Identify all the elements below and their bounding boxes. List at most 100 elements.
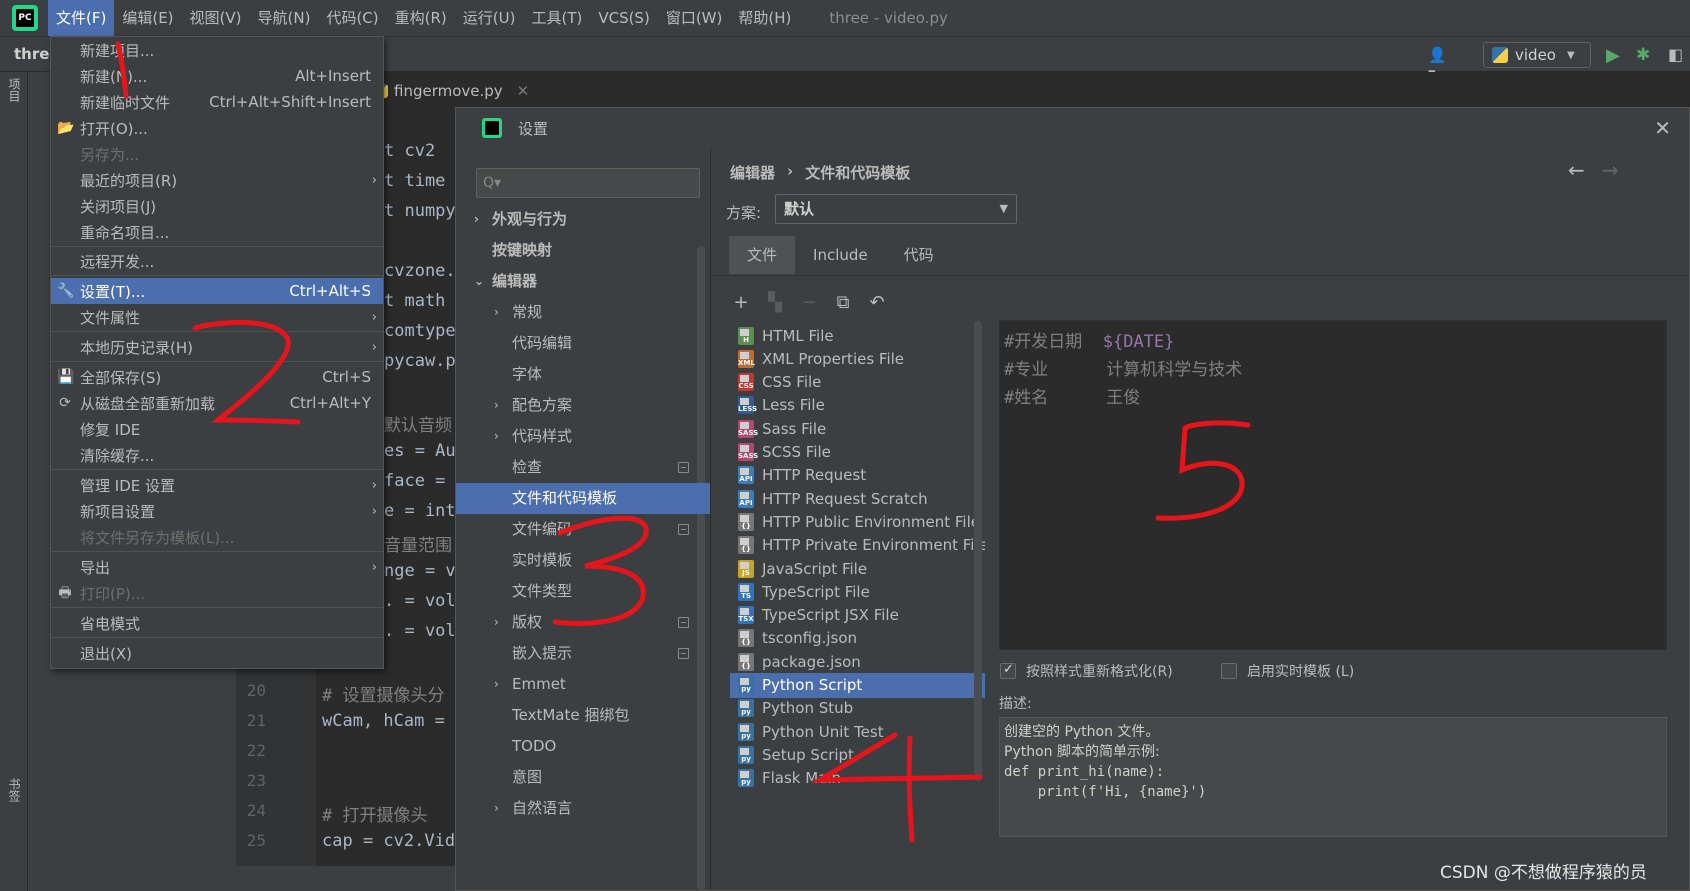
project-tool-button[interactable]: 项目	[6, 78, 23, 102]
reformat-option[interactable]: 按照样式重新格式化(R)	[1000, 661, 1173, 681]
tree-item-editor[interactable]: ⌄ 编辑器	[456, 266, 710, 297]
template-list-scrollbar[interactable]	[974, 321, 982, 781]
template-editor[interactable]: #开发日期 ${DATE} #专业 计算机科学与技术 #姓名 王俊	[999, 320, 1667, 650]
file-menu-item-open[interactable]: 📂 打开(O)...	[51, 115, 383, 141]
template-item[interactable]: {} HTTP Private Environment File	[730, 533, 985, 558]
editor-tab[interactable]: fingermove.py ✕	[374, 74, 529, 108]
user-icon[interactable]: 👤▾	[1428, 46, 1452, 82]
tree-item-font[interactable]: 字体	[456, 359, 710, 390]
tab-files[interactable]: 文件	[729, 236, 796, 274]
tree-item-todo[interactable]: TODO	[456, 731, 710, 762]
bookmarks-tool-button[interactable]: 书签	[6, 778, 23, 802]
file-menu-item-power-save[interactable]: 省电模式	[51, 610, 383, 636]
template-item[interactable]: LESS Less File	[730, 393, 985, 418]
menu-view[interactable]: 视图(V)	[182, 0, 250, 36]
tree-item-file-templates[interactable]: 文件和代码模板	[456, 483, 710, 514]
file-menu-item-save-all[interactable]: 💾 全部保存(S) Ctrl+S	[51, 364, 383, 390]
reformat-checkbox[interactable]	[1000, 662, 1016, 679]
add-icon[interactable]: +	[730, 292, 752, 314]
menu-file[interactable]: 文件(F)	[48, 0, 115, 36]
copy-icon[interactable]: ⧉	[832, 292, 854, 314]
template-item[interactable]: {} tsconfig.json	[730, 626, 985, 651]
file-menu-item-close-project[interactable]: 关闭项目(J)	[51, 193, 383, 219]
template-item[interactable]: TS TypeScript File	[730, 579, 985, 604]
tree-item-emmet[interactable]: › Emmet	[456, 669, 710, 700]
live-templates-checkbox[interactable]	[1221, 663, 1237, 679]
template-item[interactable]: py Python Script	[730, 672, 985, 698]
menu-navigate[interactable]: 导航(N)	[250, 0, 319, 36]
add-child-icon[interactable]: ▚	[764, 292, 786, 314]
tree-item-keymap[interactable]: 按键映射	[456, 235, 710, 266]
remove-icon[interactable]: −	[798, 292, 820, 314]
template-item[interactable]: TSX TypeScript JSX File	[730, 603, 985, 628]
template-item[interactable]: py Flask Main	[730, 766, 985, 791]
file-menu-item-local-history[interactable]: 本地历史记录(H) ›	[51, 334, 383, 360]
tree-item-textmate[interactable]: TextMate 捆绑包	[456, 700, 710, 731]
menu-refactor[interactable]: 重构(R)	[387, 0, 455, 36]
scheme-select[interactable]: 默认 ▼	[775, 194, 1017, 224]
tab-include[interactable]: Include	[795, 236, 886, 274]
coverage-icon[interactable]: ◧	[1668, 45, 1683, 64]
tree-item-live-templates[interactable]: 实时模板	[456, 545, 710, 576]
template-item[interactable]: {} HTTP Public Environment File	[730, 509, 985, 534]
tree-item-appearance[interactable]: › 外观与行为	[456, 204, 710, 235]
reset-icon[interactable]: ↶	[866, 292, 888, 314]
template-item[interactable]: {} package.json	[730, 649, 985, 674]
tree-item-code-editing[interactable]: 代码编辑	[456, 328, 710, 359]
template-item[interactable]: API HTTP Request	[730, 463, 985, 488]
template-item[interactable]: SASS SCSS File	[730, 440, 985, 465]
live-templates-option[interactable]: 启用实时模板 (L)	[1221, 661, 1354, 681]
template-item[interactable]: CSS CSS File	[730, 370, 985, 395]
file-menu-item-rename-project[interactable]: 重命名项目...	[51, 219, 383, 245]
menu-help[interactable]: 帮助(H)	[730, 0, 799, 36]
tree-item-intentions[interactable]: 意图	[456, 762, 710, 793]
template-item[interactable]: py Setup Script	[730, 742, 985, 767]
file-menu-item-reload-all[interactable]: ⟳ 从磁盘全部重新加载 Ctrl+Alt+Y	[51, 390, 383, 416]
file-menu-item-new[interactable]: 新建(N)... Alt+Insert	[51, 63, 383, 89]
close-icon[interactable]: ✕	[1654, 116, 1671, 140]
file-menu-item-repair-ide[interactable]: 修复 IDE	[51, 416, 383, 442]
file-menu-item-invalidate-caches[interactable]: 清除缓存...	[51, 442, 383, 468]
file-menu-item-recent-projects[interactable]: 最近的项目(R) ›	[51, 167, 383, 193]
file-menu-item-exit[interactable]: 退出(X)	[51, 640, 383, 666]
template-item[interactable]: py Python Unit Test	[730, 719, 985, 744]
run-icon[interactable]: ▶	[1606, 45, 1620, 66]
tree-item-file-encodings[interactable]: 文件编码	[456, 514, 710, 545]
file-menu-item-manage-ide-settings[interactable]: 管理 IDE 设置 ›	[51, 472, 383, 498]
run-config-select[interactable]: video ▼	[1483, 42, 1591, 68]
file-menu-item-export[interactable]: 导出 ›	[51, 554, 383, 580]
back-arrow-icon[interactable]: ←	[1568, 158, 1585, 182]
file-menu-item-new-project[interactable]: 新建项目...	[51, 37, 383, 63]
template-item[interactable]: XML XML Properties File	[730, 346, 985, 371]
breadcrumb-item[interactable]: 编辑器	[730, 162, 775, 183]
file-menu-item-remote-dev[interactable]: 远程开发...	[51, 248, 383, 274]
tree-item-file-types[interactable]: 文件类型	[456, 576, 710, 607]
template-item[interactable]: H HTML File	[730, 323, 985, 348]
template-item[interactable]: JS JavaScript File	[730, 556, 985, 581]
file-menu-item-save-as[interactable]: 另存为...	[51, 141, 383, 167]
file-menu-item-save-as-template[interactable]: 将文件另存为模板(L)...	[51, 524, 383, 550]
menu-tools[interactable]: 工具(T)	[523, 0, 590, 36]
file-menu-item-file-properties[interactable]: 文件属性 ›	[51, 304, 383, 330]
tab-code[interactable]: 代码	[886, 236, 952, 274]
menu-window[interactable]: 窗口(W)	[658, 0, 731, 36]
menu-edit[interactable]: 编辑(E)	[114, 0, 181, 36]
forward-arrow-icon[interactable]: →	[1602, 158, 1619, 182]
tree-item-inspections[interactable]: 检查	[456, 452, 710, 483]
template-item[interactable]: SASS Sass File	[730, 416, 985, 441]
template-item[interactable]: API HTTP Request Scratch	[730, 486, 985, 511]
tree-item-code-style[interactable]: › 代码样式	[456, 421, 710, 452]
template-item[interactable]: py Python Stub	[730, 696, 985, 721]
file-menu-item-new-project-settings[interactable]: 新项目设置 ›	[51, 498, 383, 524]
settings-search-input[interactable]: Q▾	[476, 168, 700, 198]
close-icon[interactable]: ✕	[517, 82, 530, 100]
debug-icon[interactable]: ✱	[1636, 45, 1650, 65]
tree-item-copyright[interactable]: › 版权	[456, 607, 710, 638]
menu-code[interactable]: 代码(C)	[318, 0, 386, 36]
menu-vcs[interactable]: VCS(S)	[590, 0, 657, 36]
tree-item-general[interactable]: › 常规	[456, 297, 710, 328]
tree-item-natural-languages[interactable]: › 自然语言	[456, 793, 710, 824]
tree-item-inlay-hints[interactable]: 嵌入提示	[456, 638, 710, 669]
tree-item-color-scheme[interactable]: › 配色方案	[456, 390, 710, 421]
file-menu-item-settings[interactable]: 🔧 设置(T)... Ctrl+Alt+S	[51, 278, 383, 304]
